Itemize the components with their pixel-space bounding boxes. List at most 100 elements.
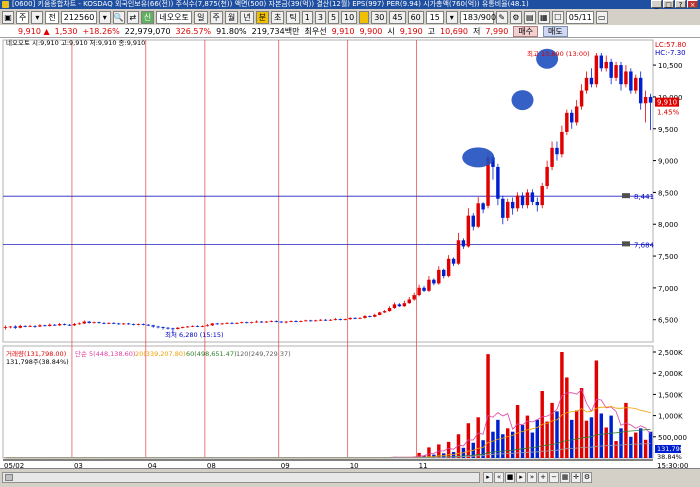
window-title: [0600] 키움종합차트 - KOSDAQ 외국인보유(66(전)) 주식수(… <box>12 0 529 8</box>
tool-icon[interactable]: ⚙ <box>509 10 522 24</box>
candle-body <box>643 96 648 104</box>
candle-body <box>432 279 436 284</box>
settings-icon[interactable]: ⚙ <box>582 472 592 483</box>
candle-body <box>23 325 27 327</box>
volume-legend-ma120: 120(249,729.37) <box>236 350 291 358</box>
interval-dropdown-icon[interactable]: ▾ <box>445 10 458 24</box>
volume-legend-ma20: 20(339,207.80) <box>135 350 186 358</box>
maximize-button[interactable]: □ <box>663 0 674 9</box>
volume-bar <box>446 441 451 458</box>
unit-tick[interactable]: 틱 <box>286 10 300 24</box>
grid-icon[interactable]: ▦ <box>560 472 570 483</box>
period-day[interactable]: 일 <box>194 10 208 24</box>
search-icon[interactable]: 🔍 <box>112 10 125 24</box>
candle-body <box>176 327 180 329</box>
candle-body <box>195 325 200 327</box>
interval-10[interactable]: 10 <box>341 10 358 24</box>
date-checkbox[interactable]: ☐ <box>551 10 564 24</box>
volume-bar <box>604 427 608 458</box>
candle-body <box>358 317 362 319</box>
candle-body <box>638 77 643 104</box>
candle-body <box>629 71 633 91</box>
volume-bar <box>638 428 643 458</box>
interval-60[interactable]: 60 <box>407 10 424 24</box>
period-month[interactable]: 월 <box>224 10 239 24</box>
volume-legend-ma5: 단순 5(448,138.60) <box>75 349 135 358</box>
candle-body <box>446 258 451 277</box>
interval-15[interactable] <box>359 10 370 24</box>
chart-area[interactable]: 10,50010,0009,5009,0008,5008,0007,5007,0… <box>0 38 700 487</box>
link-icon[interactable]: ⇄ <box>126 10 139 24</box>
candle-body <box>348 317 352 320</box>
candle-body <box>323 319 328 321</box>
save-icon[interactable]: ▤ <box>523 10 536 24</box>
interval-45[interactable]: 45 <box>389 10 406 24</box>
nav-last-icon[interactable]: » <box>527 472 537 483</box>
help-button[interactable]: ? <box>675 0 686 9</box>
crosshair-icon[interactable]: ✛ <box>571 472 581 483</box>
nav-pause-icon[interactable]: ■ <box>505 472 515 483</box>
zoom-out-icon[interactable]: − <box>549 472 559 483</box>
volume-tick-label: 2,500K <box>658 349 683 357</box>
chart-toolbar: ▣ 주 ▾ 전 212560 ▾ 🔍 ⇄ 신 네오오토 일 주 월 년 분 초 … <box>0 9 700 25</box>
buy-button[interactable]: 매수 <box>513 25 539 37</box>
up-arrow-icon: ▲ <box>43 26 50 36</box>
bid-price: 9,900 <box>359 26 383 36</box>
date-input[interactable]: 05/11 <box>565 10 594 24</box>
chart-scrollbar[interactable] <box>2 472 480 483</box>
candle-body <box>377 312 382 315</box>
close-button[interactable]: × <box>687 0 698 9</box>
period-year[interactable]: 년 <box>240 10 254 24</box>
candle-body <box>363 316 367 318</box>
max-price-label: 최고 10,690 (13:00) <box>527 49 590 58</box>
interval-1[interactable]: 1 <box>301 10 313 24</box>
candle-body <box>190 325 195 327</box>
candle-body <box>171 328 175 330</box>
candle-body <box>545 166 549 187</box>
window-titlebar: [0600] 키움종합차트 - KOSDAQ 외국인보유(66(전)) 주식수(… <box>0 0 700 9</box>
market-select[interactable]: 주 <box>16 10 30 24</box>
period-week[interactable]: 주 <box>209 10 223 24</box>
calendar-icon[interactable]: ▭ <box>595 10 608 24</box>
chart-svg[interactable]: 10,50010,0009,5009,0008,5008,0007,5007,0… <box>0 38 700 468</box>
volume-bar <box>643 439 648 458</box>
price-tick-label: 6,500 <box>658 317 678 325</box>
chart-menu-icon[interactable]: ▣ <box>2 10 14 24</box>
interval-input[interactable]: 15 <box>425 10 444 24</box>
volume-ratio: 326.57% <box>175 26 212 36</box>
current-price: 9,910 ▲ <box>18 27 50 36</box>
volume-bar <box>530 432 535 458</box>
candle-body <box>555 147 559 155</box>
nav-prev-icon[interactable]: « <box>494 472 504 483</box>
interval-3[interactable]: 3 <box>314 10 326 24</box>
code-dropdown-icon[interactable]: ▾ <box>98 10 111 24</box>
chevron-down-icon[interactable]: ▾ <box>31 10 44 24</box>
candle-body <box>417 287 421 296</box>
market-type-select[interactable]: 전 <box>45 10 59 24</box>
print-icon[interactable]: ▦ <box>537 10 550 24</box>
sell-button[interactable]: 매도 <box>543 25 568 37</box>
candle-body <box>648 96 653 103</box>
nav-first-icon[interactable]: ▸ <box>483 472 493 483</box>
unit-second[interactable]: 초 <box>271 10 285 24</box>
paint-icon[interactable]: ✎ <box>495 10 508 24</box>
candle-body <box>200 325 205 327</box>
candle-body <box>210 323 215 326</box>
zoom-in-icon[interactable]: + <box>538 472 548 483</box>
scroll-thumb[interactable] <box>5 474 13 481</box>
interval-5[interactable]: 5 <box>327 10 340 24</box>
stock-code-input[interactable]: 212560 <box>60 10 97 24</box>
nav-next-icon[interactable]: ▸ <box>516 472 526 483</box>
unit-minute[interactable]: 분 <box>255 10 269 24</box>
candle-body <box>67 324 72 326</box>
candle-body <box>8 326 13 328</box>
candle-body <box>318 319 323 321</box>
minimize-button[interactable]: _ <box>651 0 662 9</box>
candle-body <box>304 320 308 322</box>
candle-body <box>373 314 377 317</box>
interval-30[interactable]: 30 <box>371 10 388 24</box>
candle-body <box>309 320 313 322</box>
candle-body <box>506 201 510 218</box>
count-input[interactable]: 183/900 <box>459 10 496 24</box>
volume-bar <box>609 415 613 458</box>
